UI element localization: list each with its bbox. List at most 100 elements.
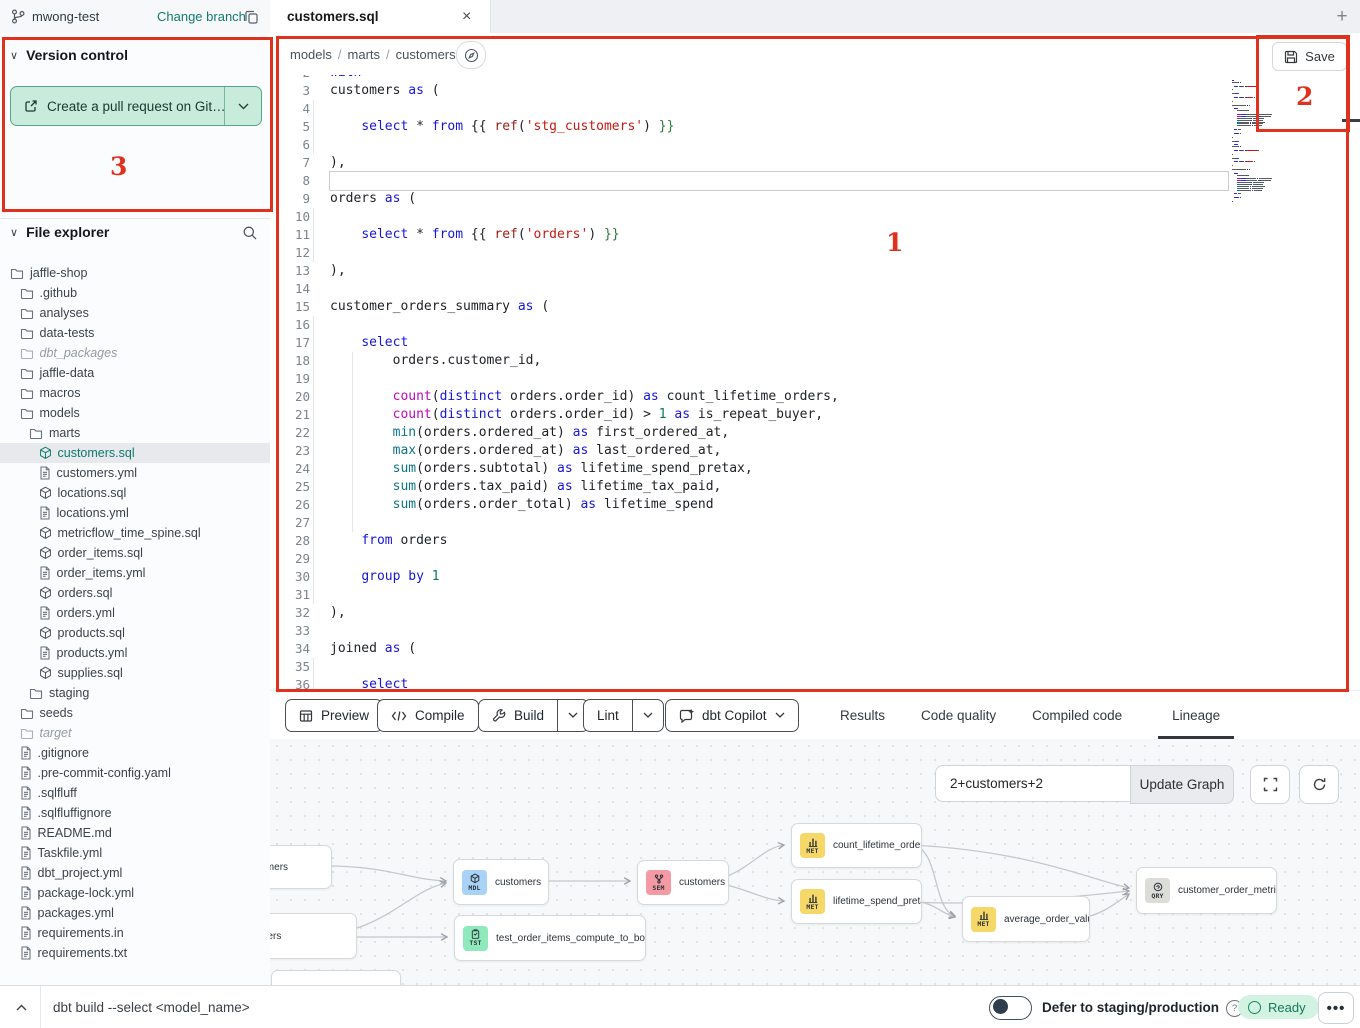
code-line-2[interactable]: 2with: [270, 75, 1360, 82]
code-line-9[interactable]: 9orders as (: [270, 190, 1360, 208]
code-line-32[interactable]: 32),: [270, 604, 1360, 622]
code-line-33[interactable]: 33: [270, 622, 1360, 640]
save-button[interactable]: Save: [1272, 42, 1347, 71]
code-line-20[interactable]: 20 count(distinct orders.order_id) as co…: [270, 388, 1360, 406]
preview-button[interactable]: Preview: [285, 699, 383, 732]
tree-item-order-items-yml[interactable]: order_items.yml: [0, 563, 270, 583]
tree-item-target[interactable]: target: [0, 723, 270, 743]
tree-item--pre-commit-config-yaml[interactable]: .pre-commit-config.yaml: [0, 763, 270, 783]
tree-item-requirements-in[interactable]: requirements.in: [0, 923, 270, 943]
code-line-8[interactable]: 8: [270, 172, 1360, 190]
change-branch-link[interactable]: Change branch: [157, 9, 246, 24]
tree-item-analyses[interactable]: analyses: [0, 303, 270, 323]
lint-button[interactable]: Lint: [583, 699, 664, 732]
lineage-node-count-lifetime-orders[interactable]: METcount_lifetime_orders: [791, 823, 922, 868]
code-line-17[interactable]: 17 select: [270, 334, 1360, 352]
update-graph-button[interactable]: Update Graph: [1130, 765, 1234, 804]
code-line-13[interactable]: 13),: [270, 262, 1360, 280]
lineage-panel[interactable]: stg_customersordersMDLcustomersTSTtest_o…: [270, 739, 1360, 985]
code-line-34[interactable]: 34joined as (: [270, 640, 1360, 658]
tree-item-locations-yml[interactable]: locations.yml: [0, 503, 270, 523]
code-line-10[interactable]: 10: [270, 208, 1360, 226]
compile-button[interactable]: Compile: [377, 699, 479, 732]
code-line-23[interactable]: 23 max(orders.ordered_at) as last_ordere…: [270, 442, 1360, 460]
tree-item-packages-yml[interactable]: packages.yml: [0, 903, 270, 923]
lineage-node-stg-customers[interactable]: stg_customers: [270, 845, 332, 889]
tab-results[interactable]: Results: [840, 691, 885, 739]
scrollbar-thumb[interactable]: [1342, 119, 1360, 122]
tree-item-supplies-sql[interactable]: supplies.sql: [0, 663, 270, 683]
tree-item-jaffle-data[interactable]: jaffle-data: [0, 363, 270, 383]
tree-item--sqlfluffignore[interactable]: .sqlfluffignore: [0, 803, 270, 823]
defer-toggle[interactable]: [989, 996, 1032, 1020]
breadcrumb-segment[interactable]: marts: [348, 47, 381, 62]
lineage-node-test-order-items-compute-to-bools-[interactable]: TSTtest_order_items_compute_to_bools…: [454, 915, 646, 961]
editor-minimap[interactable]: [1232, 80, 1320, 203]
code-line-7[interactable]: 7),: [270, 154, 1360, 172]
code-line-29[interactable]: 29: [270, 550, 1360, 568]
copilot-dropdown-chevron[interactable]: [775, 712, 785, 719]
lineage-node-partial[interactable]: [271, 970, 401, 985]
tree-item-order-items-sql[interactable]: order_items.sql: [0, 543, 270, 563]
code-line-26[interactable]: 26 sum(orders.order_total) as lifetime_s…: [270, 496, 1360, 514]
tree-item-jaffle-shop[interactable]: jaffle-shop: [0, 263, 270, 283]
create-pull-request-button[interactable]: Create a pull request on Git…: [10, 86, 262, 126]
lineage-node-customer-order-metrics[interactable]: QRYcustomer_order_metrics: [1136, 867, 1277, 914]
breadcrumb-segment[interactable]: models: [290, 47, 332, 62]
code-line-27[interactable]: 27: [270, 514, 1360, 532]
dbt-copilot-button[interactable]: dbt Copilot: [665, 699, 799, 732]
code-line-19[interactable]: 19: [270, 370, 1360, 388]
lineage-node-lifetime-spend-pretax[interactable]: METlifetime_spend_pretax: [791, 879, 922, 924]
lint-dropdown-chevron[interactable]: [632, 700, 663, 731]
code-line-3[interactable]: 3customers as (: [270, 82, 1360, 100]
code-line-24[interactable]: 24 sum(orders.subtotal) as lifetime_spen…: [270, 460, 1360, 478]
tree-item-marts[interactable]: marts: [0, 423, 270, 443]
tree-item-orders-yml[interactable]: orders.yml: [0, 603, 270, 623]
code-line-25[interactable]: 25 sum(orders.tax_paid) as lifetime_tax_…: [270, 478, 1360, 496]
code-line-35[interactable]: 35: [270, 658, 1360, 676]
new-tab-button[interactable]: +: [1324, 0, 1360, 33]
tree-item-taskfile-yml[interactable]: Taskfile.yml: [0, 843, 270, 863]
tree-item-dbt-project-yml[interactable]: dbt_project.yml: [0, 863, 270, 883]
code-line-36[interactable]: 36 select: [270, 676, 1360, 690]
tree-item-products-yml[interactable]: products.yml: [0, 643, 270, 663]
editor-tab-customers-sql[interactable]: customers.sql ×: [270, 0, 491, 33]
more-options-button[interactable]: •••: [1318, 992, 1354, 1024]
tree-item-data-tests[interactable]: data-tests: [0, 323, 270, 343]
tree-item-dbt-packages[interactable]: dbt_packages: [0, 343, 270, 363]
chevron-up-icon[interactable]: [8, 994, 34, 1020]
pr-dropdown-chevron[interactable]: [224, 87, 261, 125]
tree-item--gitignore[interactable]: .gitignore: [0, 743, 270, 763]
code-line-12[interactable]: 12: [270, 244, 1360, 262]
close-tab-icon[interactable]: ×: [462, 9, 471, 25]
code-line-21[interactable]: 21 count(distinct orders.order_id) > 1 a…: [270, 406, 1360, 424]
lineage-node-customers[interactable]: SEMcustomers: [637, 860, 729, 905]
tree-item-package-lock-yml[interactable]: package-lock.yml: [0, 883, 270, 903]
tree-item-requirements-txt[interactable]: requirements.txt: [0, 943, 270, 963]
code-line-14[interactable]: 14: [270, 280, 1360, 298]
lineage-node-customers[interactable]: MDLcustomers: [453, 859, 549, 905]
code-line-15[interactable]: 15customer_orders_summary as (: [270, 298, 1360, 316]
build-button[interactable]: Build: [478, 699, 589, 732]
copy-icon[interactable]: [245, 10, 258, 24]
tree-item-seeds[interactable]: seeds: [0, 703, 270, 723]
tree-item-macros[interactable]: macros: [0, 383, 270, 403]
code-line-22[interactable]: 22 min(orders.ordered_at) as first_order…: [270, 424, 1360, 442]
command-input[interactable]: dbt build --select <model_name>: [53, 986, 250, 1028]
version-control-header[interactable]: ∨ Version control: [10, 47, 128, 63]
tree-item-metricflow-time-spine-sql[interactable]: metricflow_time_spine.sql: [0, 523, 270, 543]
code-line-6[interactable]: 6: [270, 136, 1360, 154]
code-line-28[interactable]: 28 from orders: [270, 532, 1360, 550]
tab-code-quality[interactable]: Code quality: [921, 691, 996, 739]
tree-item--github[interactable]: .github: [0, 283, 270, 303]
code-line-18[interactable]: 18 orders.customer_id,: [270, 352, 1360, 370]
tree-item-models[interactable]: models: [0, 403, 270, 423]
code-line-16[interactable]: 16: [270, 316, 1360, 334]
tree-item-products-sql[interactable]: products.sql: [0, 623, 270, 643]
lineage-selector-input[interactable]: [935, 765, 1131, 802]
tree-item-locations-sql[interactable]: locations.sql: [0, 483, 270, 503]
code-line-5[interactable]: 5 select * from {{ ref('stg_customers') …: [270, 118, 1360, 136]
lineage-node-average-order-value[interactable]: METaverage_order_value: [962, 896, 1090, 942]
tree-item-staging[interactable]: staging: [0, 683, 270, 703]
code-line-4[interactable]: 4: [270, 100, 1360, 118]
